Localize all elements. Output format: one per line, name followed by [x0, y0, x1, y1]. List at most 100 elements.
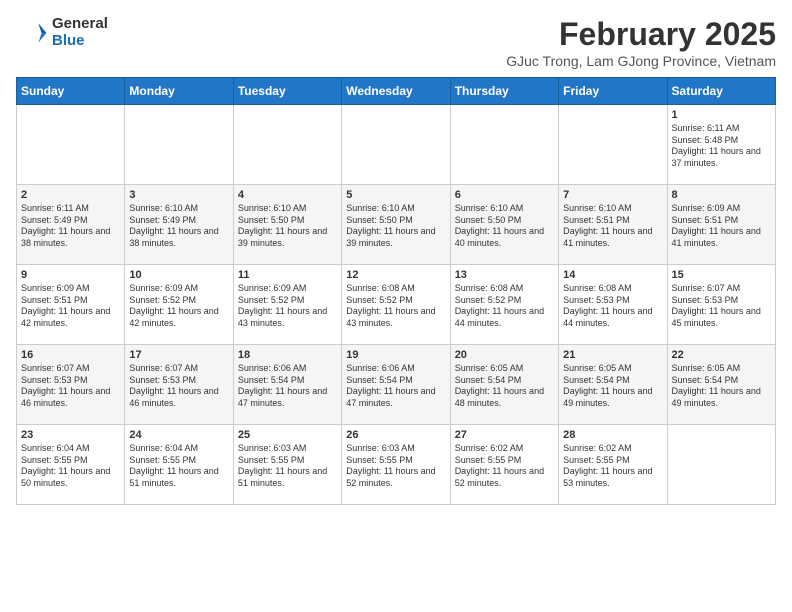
calendar-cell: 11Sunrise: 6:09 AM Sunset: 5:52 PM Dayli… [233, 265, 341, 345]
day-number: 23 [21, 429, 120, 441]
calendar-week-row: 2 Sunrise: 6:11 AM Sunset: 5:49 PM Daylig… [17, 185, 776, 265]
calendar-cell: 6 Sunrise: 6:10 AM Sunset: 5:50 PM Daylig… [450, 185, 558, 265]
day-number: 27 [455, 429, 554, 441]
col-header-monday: Monday [125, 78, 233, 105]
day-number: 28 [563, 429, 662, 441]
day-number: 10 [129, 269, 228, 281]
day-number: 1 [672, 109, 771, 121]
day-info: Sunrise: 6:02 AM Sunset: 5:55 PM Dayligh… [563, 443, 662, 490]
day-info: Sunrise: 6:07 AM Sunset: 5:53 PM Dayligh… [21, 363, 120, 410]
day-number: 12 [346, 269, 445, 281]
day-info: Sunrise: 6:08 AM Sunset: 5:52 PM Dayligh… [346, 283, 445, 330]
calendar-cell: 1 Sunrise: 6:11 AM Sunset: 5:48 PM Daylig… [667, 105, 775, 185]
col-header-saturday: Saturday [667, 78, 775, 105]
calendar-cell: 22 Sunrise: 6:05 AM Sunset: 5:54 PM Dayli… [667, 345, 775, 425]
day-number: 24 [129, 429, 228, 441]
logo-icon [16, 17, 48, 49]
col-header-wednesday: Wednesday [342, 78, 450, 105]
day-number: 8 [672, 189, 771, 201]
calendar-cell: 10Sunrise: 6:09 AM Sunset: 5:52 PM Dayli… [125, 265, 233, 345]
calendar-cell: 13Sunrise: 6:08 AM Sunset: 5:52 PM Dayli… [450, 265, 558, 345]
logo: General Blue [16, 16, 108, 49]
day-info: Sunrise: 6:11 AM Sunset: 5:49 PM Dayligh… [21, 203, 120, 250]
calendar-cell: 5Sunrise: 6:10 AM Sunset: 5:50 PM Daylig… [342, 185, 450, 265]
calendar-cell: 28 Sunrise: 6:02 AM Sunset: 5:55 PM Dayli… [559, 425, 667, 505]
day-info: Sunrise: 6:05 AM Sunset: 5:54 PM Dayligh… [672, 363, 771, 410]
day-number: 11 [238, 269, 337, 281]
calendar-week-row: 23 Sunrise: 6:04 AM Sunset: 5:55 PM Dayli… [17, 425, 776, 505]
month-title: February 2025 [506, 16, 776, 53]
calendar-cell: 21 Sunrise: 6:05 AM Sunset: 5:54 PM Dayli… [559, 345, 667, 425]
day-number: 14 [563, 269, 662, 281]
calendar-cell: 18 Sunrise: 6:06 AM Sunset: 5:54 PM Dayli… [233, 345, 341, 425]
day-info: Sunrise: 6:09 AM Sunset: 5:51 PM Dayligh… [672, 203, 771, 250]
calendar-cell: 14 Sunrise: 6:08 AM Sunset: 5:53 PM Dayli… [559, 265, 667, 345]
day-number: 9 [21, 269, 120, 281]
day-info: Sunrise: 6:03 AM Sunset: 5:55 PM Dayligh… [346, 443, 445, 490]
calendar-table: SundayMondayTuesdayWednesdayThursdayFrid… [16, 77, 776, 505]
day-info: Sunrise: 6:10 AM Sunset: 5:50 PM Dayligh… [455, 203, 554, 250]
calendar-cell [667, 425, 775, 505]
day-info: Sunrise: 6:10 AM Sunset: 5:50 PM Dayligh… [238, 203, 337, 250]
day-info: Sunrise: 6:03 AM Sunset: 5:55 PM Dayligh… [238, 443, 337, 490]
day-number: 18 [238, 349, 337, 361]
col-header-friday: Friday [559, 78, 667, 105]
col-header-sunday: Sunday [17, 78, 125, 105]
calendar-week-row: 9 Sunrise: 6:09 AM Sunset: 5:51 PM Daylig… [17, 265, 776, 345]
day-number: 5 [346, 189, 445, 201]
calendar-cell [342, 105, 450, 185]
calendar-cell: 20Sunrise: 6:05 AM Sunset: 5:54 PM Dayli… [450, 345, 558, 425]
calendar-cell: 24 Sunrise: 6:04 AM Sunset: 5:55 PM Dayli… [125, 425, 233, 505]
day-info: Sunrise: 6:05 AM Sunset: 5:54 PM Dayligh… [563, 363, 662, 410]
calendar-cell: 16 Sunrise: 6:07 AM Sunset: 5:53 PM Dayli… [17, 345, 125, 425]
day-number: 17 [129, 349, 228, 361]
day-number: 16 [21, 349, 120, 361]
day-number: 3 [129, 189, 228, 201]
day-number: 21 [563, 349, 662, 361]
calendar-cell: 8 Sunrise: 6:09 AM Sunset: 5:51 PM Daylig… [667, 185, 775, 265]
day-number: 26 [346, 429, 445, 441]
day-number: 6 [455, 189, 554, 201]
day-info: Sunrise: 6:04 AM Sunset: 5:55 PM Dayligh… [129, 443, 228, 490]
calendar-week-row: 1 Sunrise: 6:11 AM Sunset: 5:48 PM Daylig… [17, 105, 776, 185]
day-info: Sunrise: 6:07 AM Sunset: 5:53 PM Dayligh… [672, 283, 771, 330]
day-number: 4 [238, 189, 337, 201]
calendar-cell: 7 Sunrise: 6:10 AM Sunset: 5:51 PM Daylig… [559, 185, 667, 265]
day-info: Sunrise: 6:04 AM Sunset: 5:55 PM Dayligh… [21, 443, 120, 490]
location-title: GJuc Trong, Lam GJong Province, Vietnam [506, 53, 776, 69]
day-number: 15 [672, 269, 771, 281]
day-info: Sunrise: 6:10 AM Sunset: 5:51 PM Dayligh… [563, 203, 662, 250]
page-header: General Blue February 2025 GJuc Trong, L… [16, 16, 776, 69]
day-number: 2 [21, 189, 120, 201]
calendar-cell: 27 Sunrise: 6:02 AM Sunset: 5:55 PM Dayli… [450, 425, 558, 505]
day-number: 7 [563, 189, 662, 201]
calendar-cell [17, 105, 125, 185]
day-info: Sunrise: 6:10 AM Sunset: 5:49 PM Dayligh… [129, 203, 228, 250]
day-info: Sunrise: 6:08 AM Sunset: 5:53 PM Dayligh… [563, 283, 662, 330]
logo-general-text: General [52, 16, 108, 33]
day-info: Sunrise: 6:11 AM Sunset: 5:48 PM Dayligh… [672, 123, 771, 170]
day-info: Sunrise: 6:02 AM Sunset: 5:55 PM Dayligh… [455, 443, 554, 490]
calendar-cell [450, 105, 558, 185]
calendar-cell: 3 Sunrise: 6:10 AM Sunset: 5:49 PM Daylig… [125, 185, 233, 265]
calendar-cell [233, 105, 341, 185]
calendar-cell: 2 Sunrise: 6:11 AM Sunset: 5:49 PM Daylig… [17, 185, 125, 265]
day-number: 22 [672, 349, 771, 361]
day-info: Sunrise: 6:09 AM Sunset: 5:51 PM Dayligh… [21, 283, 120, 330]
day-info: Sunrise: 6:05 AM Sunset: 5:54 PM Dayligh… [455, 363, 554, 410]
calendar-cell: 23 Sunrise: 6:04 AM Sunset: 5:55 PM Dayli… [17, 425, 125, 505]
day-number: 25 [238, 429, 337, 441]
col-header-thursday: Thursday [450, 78, 558, 105]
day-info: Sunrise: 6:06 AM Sunset: 5:54 PM Dayligh… [346, 363, 445, 410]
day-info: Sunrise: 6:06 AM Sunset: 5:54 PM Dayligh… [238, 363, 337, 410]
calendar-cell [559, 105, 667, 185]
day-number: 19 [346, 349, 445, 361]
day-info: Sunrise: 6:07 AM Sunset: 5:53 PM Dayligh… [129, 363, 228, 410]
calendar-cell: 15 Sunrise: 6:07 AM Sunset: 5:53 PM Dayli… [667, 265, 775, 345]
calendar-cell: 25 Sunrise: 6:03 AM Sunset: 5:55 PM Dayli… [233, 425, 341, 505]
calendar-cell: 26 Sunrise: 6:03 AM Sunset: 5:55 PM Dayli… [342, 425, 450, 505]
calendar-cell: 19 Sunrise: 6:06 AM Sunset: 5:54 PM Dayli… [342, 345, 450, 425]
calendar-cell: 9 Sunrise: 6:09 AM Sunset: 5:51 PM Daylig… [17, 265, 125, 345]
title-block: February 2025 GJuc Trong, Lam GJong Prov… [506, 16, 776, 69]
calendar-header-row: SundayMondayTuesdayWednesdayThursdayFrid… [17, 78, 776, 105]
